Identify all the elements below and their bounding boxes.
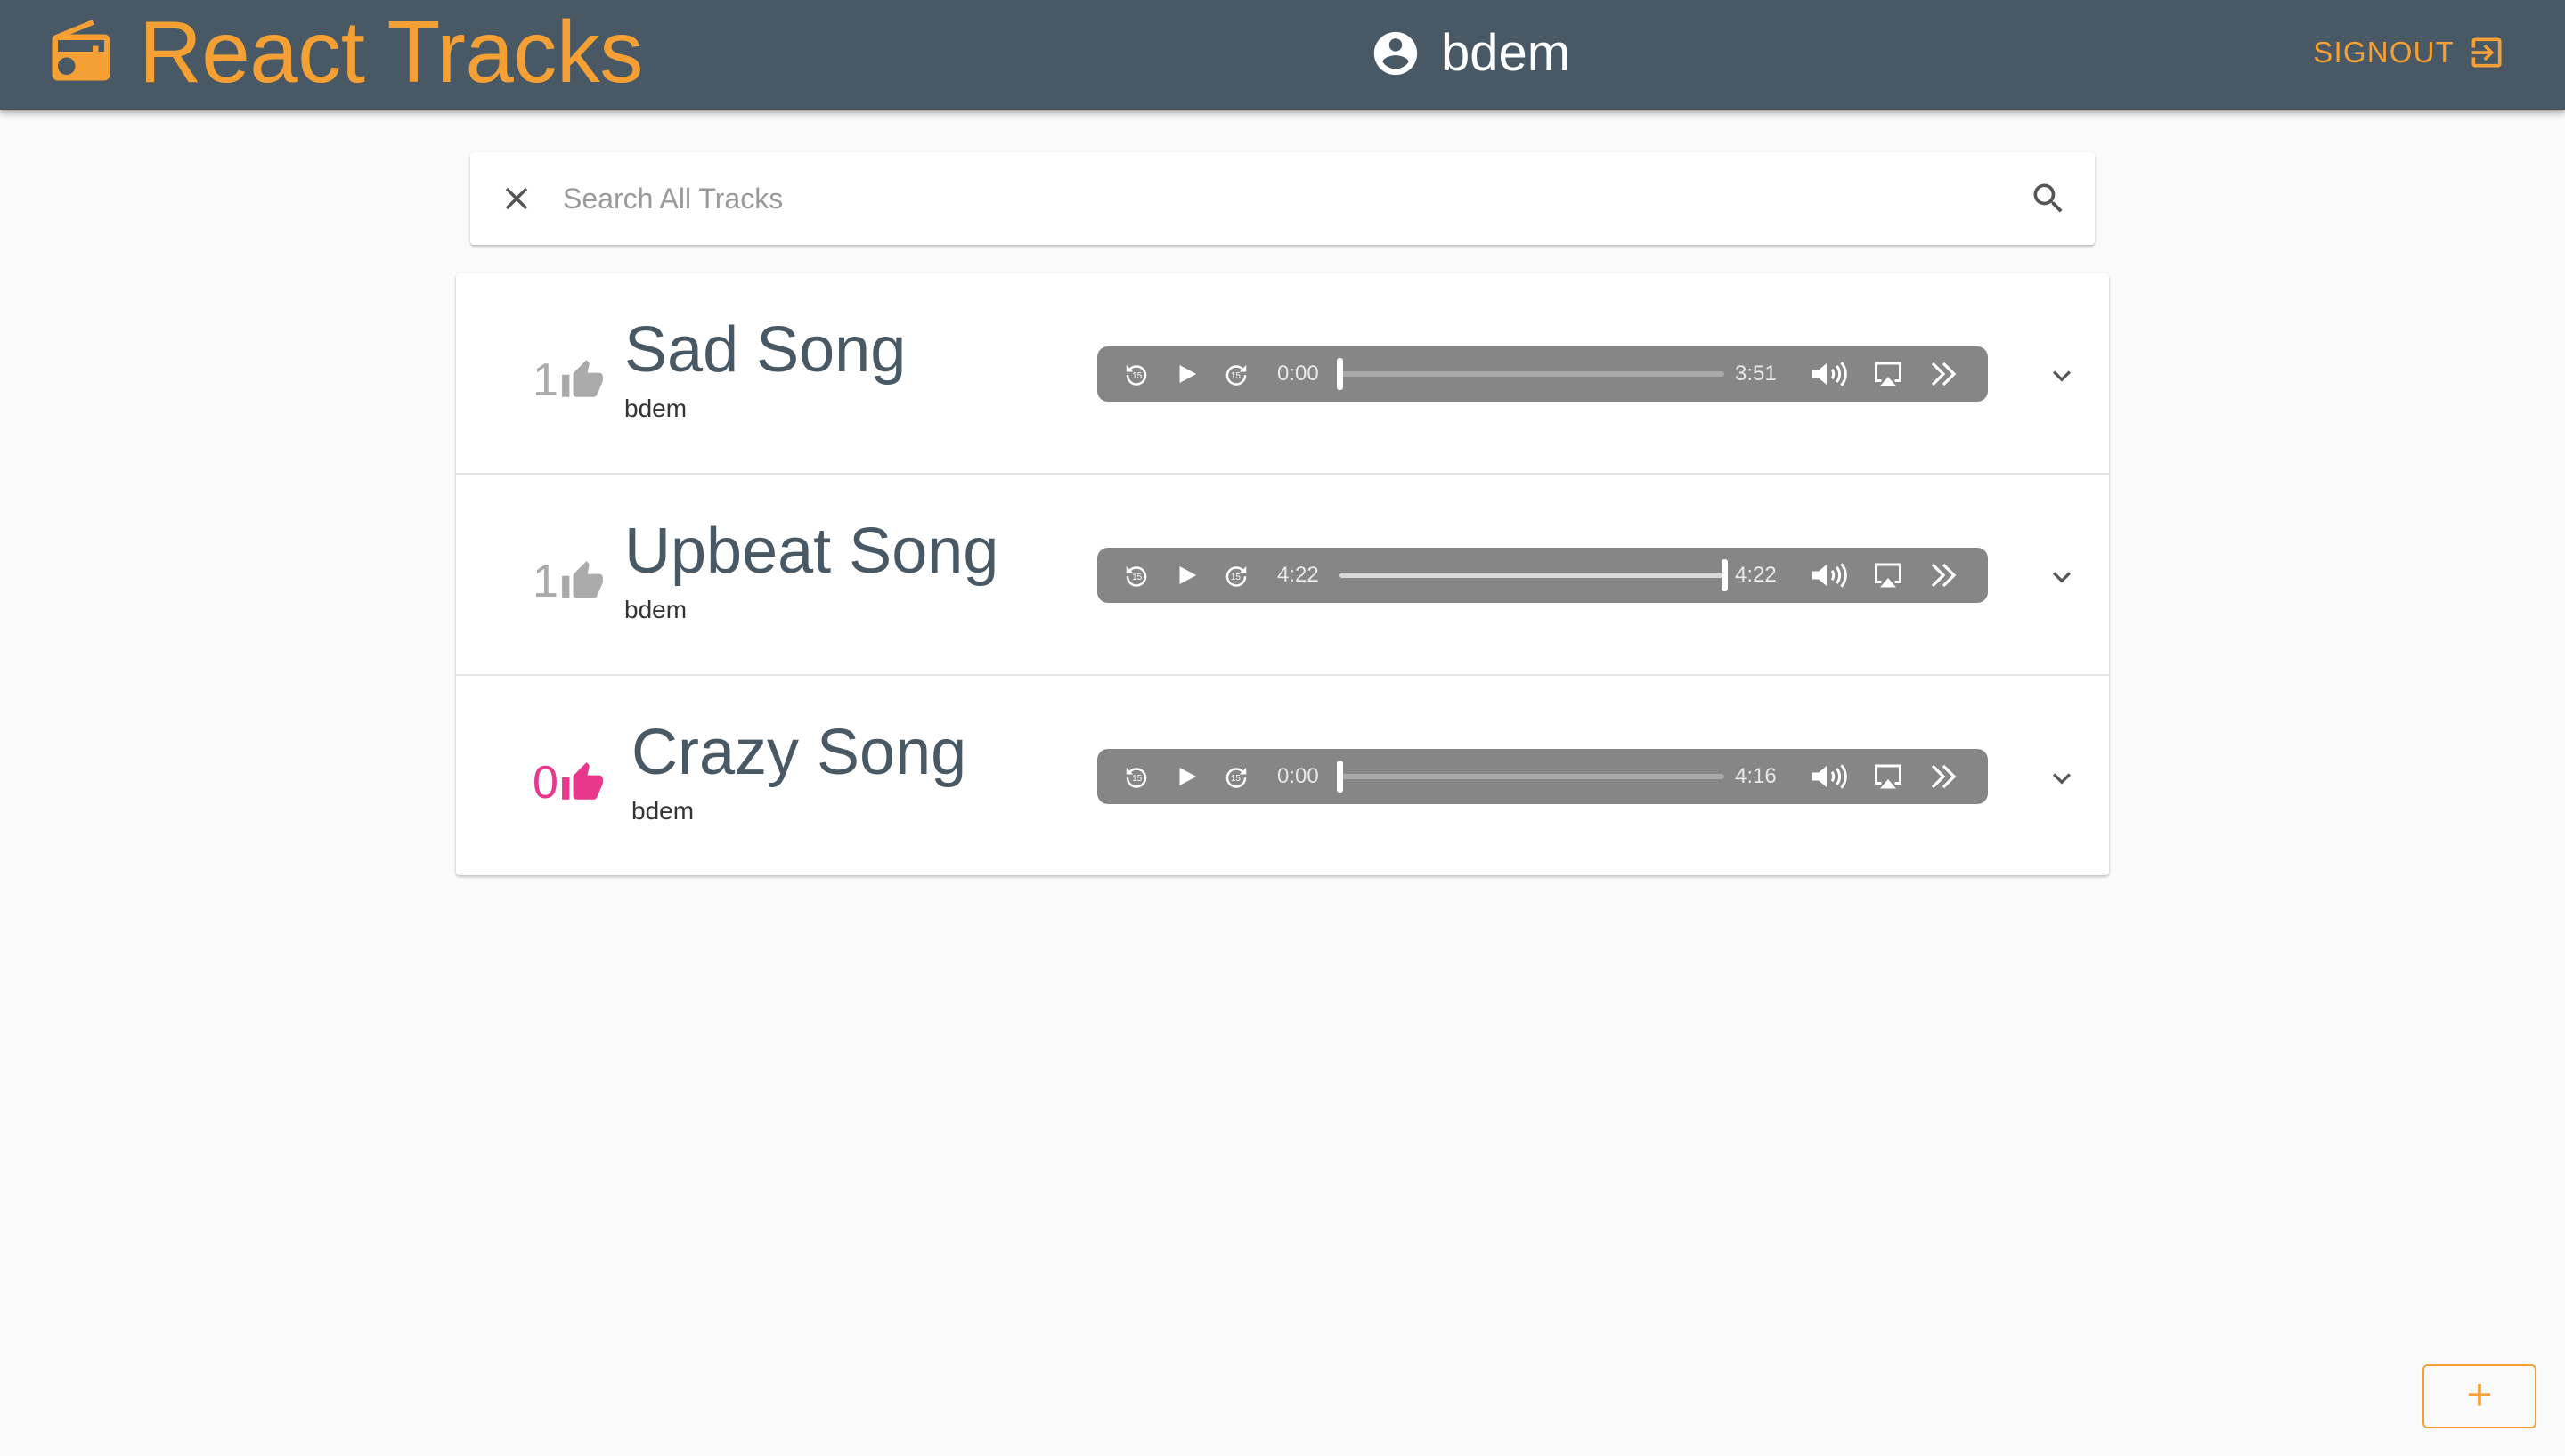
track-row: 0 Crazy Song bdem 15 15 0:00 4:16 [456, 676, 2109, 875]
app-bar: React Tracks bdem SIGNOUT [0, 0, 2565, 110]
like-count: 0 [533, 757, 558, 809]
duration: 4:16 [1735, 764, 1777, 788]
seek-handle[interactable] [1722, 559, 1728, 591]
app-title: React Tracks [139, 3, 643, 101]
track-info: Upbeat Song bdem [624, 519, 998, 624]
replay-15-icon[interactable]: 15 [1122, 360, 1151, 388]
close-icon [498, 180, 535, 217]
seek-handle[interactable] [1337, 761, 1343, 793]
track-row: 1 Upbeat Song bdem 15 15 4:22 4:22 [456, 475, 2109, 676]
play-icon[interactable] [1172, 360, 1201, 388]
account-circle-icon [1370, 28, 1421, 79]
search-icon [2029, 179, 2068, 218]
add-icon: + [2466, 1370, 2493, 1419]
exit-to-app-icon [2467, 33, 2506, 72]
volume-icon[interactable] [1808, 356, 1851, 392]
forward-15-icon[interactable]: 15 [1222, 561, 1250, 590]
expand-button[interactable] [2041, 355, 2082, 396]
seek-slider[interactable] [1340, 559, 1728, 591]
add-track-button[interactable]: + [2422, 1364, 2536, 1428]
svg-text:15: 15 [1231, 371, 1242, 381]
track-user: bdem [631, 797, 695, 825]
airplay-icon[interactable] [1870, 759, 1906, 794]
airplay-icon[interactable] [1870, 557, 1906, 593]
like-button[interactable]: 0 [533, 752, 605, 814]
search-button[interactable] [2002, 152, 2095, 245]
track-title: Crazy Song [631, 717, 967, 788]
like-button[interactable]: 1 [533, 349, 605, 411]
seek-progress [1340, 573, 1724, 578]
track-list: 1 Sad Song bdem 15 15 0:00 3:51 1 Upbeat… [456, 273, 2109, 875]
track-title: Upbeat Song [624, 516, 999, 587]
replay-15-icon[interactable]: 15 [1122, 762, 1151, 791]
forward-15-icon[interactable]: 15 [1222, 762, 1250, 791]
track-user: bdem [624, 596, 688, 623]
forward-15-icon[interactable]: 15 [1222, 360, 1250, 388]
track-info: Crazy Song bdem [631, 720, 966, 826]
clear-search-button[interactable] [470, 152, 563, 245]
double-chevron-right-icon[interactable] [1926, 557, 1961, 593]
search-input[interactable] [563, 172, 2002, 225]
double-chevron-right-icon[interactable] [1926, 759, 1961, 794]
track-row: 1 Sad Song bdem 15 15 0:00 3:51 [456, 273, 2109, 475]
brand[interactable]: React Tracks [46, 7, 643, 96]
svg-text:15: 15 [1132, 774, 1143, 784]
audio-player: 15 15 0:00 3:51 [1097, 346, 1988, 402]
current-time: 4:22 [1277, 563, 1319, 587]
seek-slider[interactable] [1337, 358, 1724, 390]
like-count: 1 [533, 354, 558, 406]
audio-player: 15 15 4:22 4:22 [1097, 548, 1988, 603]
expand-button[interactable] [2041, 557, 2082, 598]
svg-text:15: 15 [1132, 573, 1143, 582]
like-button[interactable]: 1 [533, 550, 605, 613]
play-icon[interactable] [1172, 762, 1201, 791]
audio-player: 15 15 0:00 4:16 [1097, 749, 1988, 804]
radio-icon [46, 17, 116, 86]
svg-text:15: 15 [1231, 573, 1242, 582]
current-time: 0:00 [1277, 764, 1319, 788]
expand-more-icon [2044, 358, 2080, 394]
volume-icon[interactable] [1808, 557, 1851, 593]
svg-text:15: 15 [1231, 774, 1242, 784]
svg-text:15: 15 [1132, 371, 1143, 381]
user-name: bdem [1441, 24, 1571, 82]
thumb-up-icon [560, 559, 605, 604]
track-title: Sad Song [624, 314, 907, 386]
seek-handle[interactable] [1337, 358, 1343, 390]
expand-button[interactable] [2041, 758, 2082, 799]
seek-slider[interactable] [1337, 761, 1724, 793]
track-info: Sad Song bdem [624, 318, 906, 423]
duration: 3:51 [1735, 362, 1777, 386]
signout-label: SIGNOUT [2313, 36, 2455, 69]
expand-more-icon [2044, 761, 2080, 796]
signout-button[interactable]: SIGNOUT [2313, 30, 2506, 75]
expand-more-icon [2044, 559, 2080, 595]
replay-15-icon[interactable]: 15 [1122, 561, 1151, 590]
current-time: 0:00 [1277, 362, 1319, 386]
thumb-up-icon [560, 358, 605, 403]
play-icon[interactable] [1172, 561, 1201, 590]
double-chevron-right-icon[interactable] [1926, 356, 1961, 392]
airplay-icon[interactable] [1870, 356, 1906, 392]
like-count: 1 [533, 556, 558, 607]
search-bar [470, 152, 2095, 245]
volume-icon[interactable] [1808, 759, 1851, 794]
thumb-up-icon [560, 761, 605, 805]
track-user: bdem [624, 395, 688, 422]
duration: 4:22 [1735, 563, 1777, 587]
current-user: bdem [1370, 25, 1570, 82]
